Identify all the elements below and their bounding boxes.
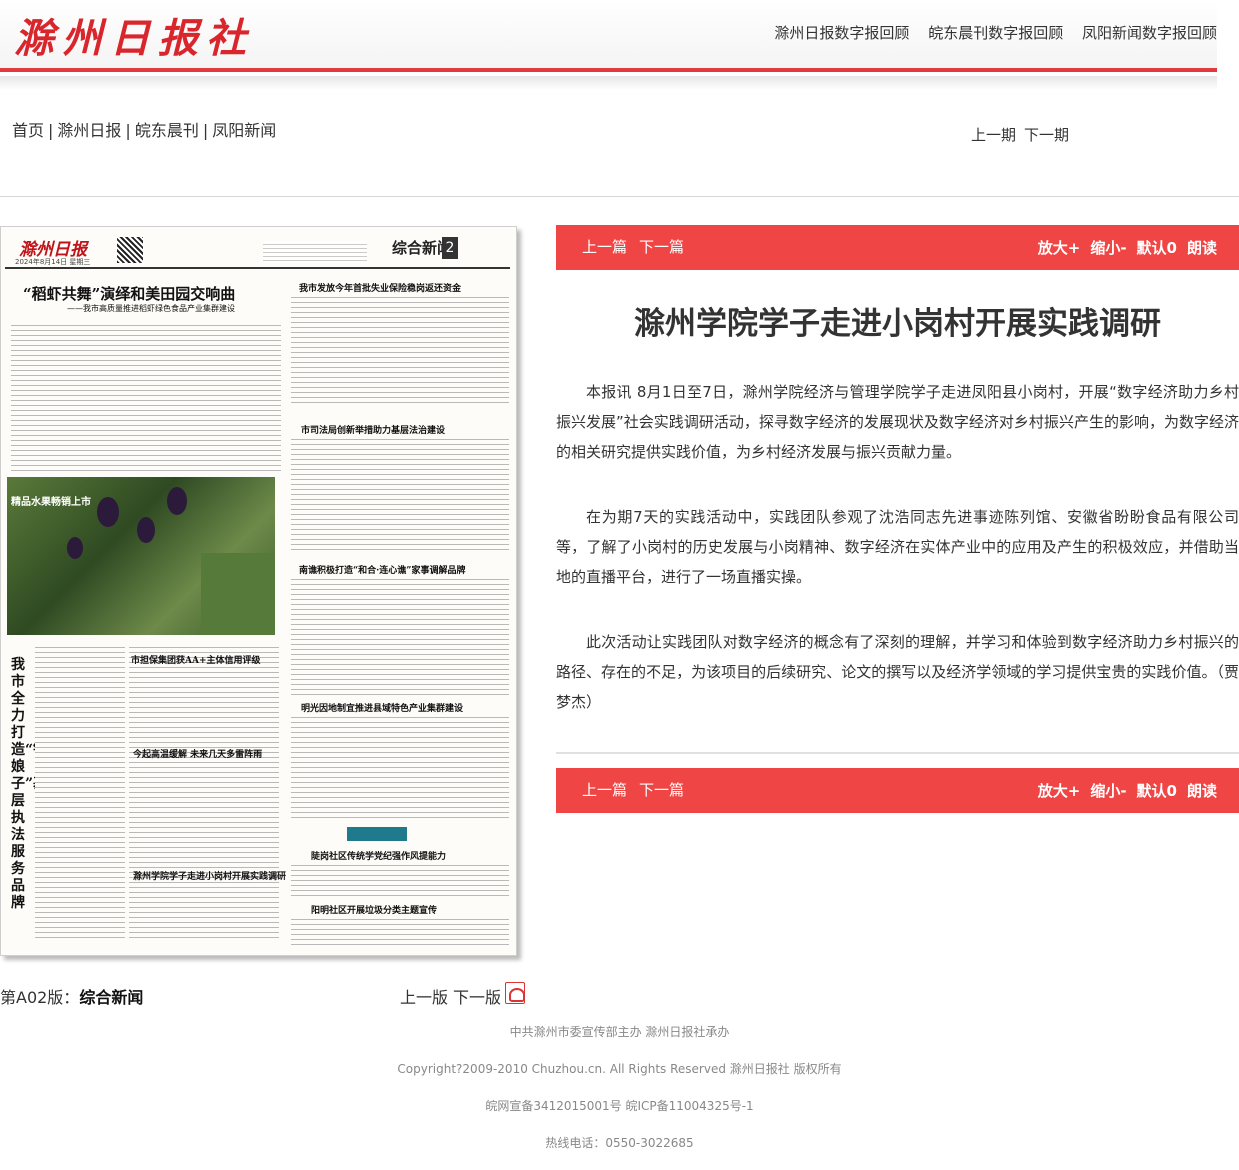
pdf-download-icon[interactable]	[505, 982, 525, 1004]
breadcrumb: 首页 | 滁州日报 | 皖东晨刊 | 凤阳新闻	[12, 121, 277, 140]
paper-article-headline[interactable]: 滁州学院学子走进小岗村开展实践调研	[133, 869, 286, 882]
issue-nav: 上一期 下一期	[971, 124, 1077, 145]
paper-text-block	[291, 295, 509, 405]
newspaper-page-image[interactable]: 滁州日报 2024年8月14日 星期三 综合新闻 2 “稻虾共舞”演绎和美田园交…	[0, 226, 517, 956]
newspaper-page-view[interactable]: 滁州日报 2024年8月14日 星期三 综合新闻 2 “稻虾共舞”演绎和美田园交…	[0, 226, 521, 960]
paper-photo-small	[201, 553, 275, 635]
article-toolbar-bottom: 上一篇 下一篇 放大+ 缩小- 默认0 朗读	[556, 768, 1239, 813]
paper-article-headline[interactable]: 南谯积极打造“和合·连心谯”家事调解品牌	[299, 563, 466, 576]
paper-index-block	[263, 241, 367, 263]
breadcrumb-chuzhou-daily[interactable]: 滁州日报	[57, 121, 121, 140]
read-aloud-button[interactable]: 朗读	[1187, 239, 1217, 257]
page-label-prefix: 第A02版：	[0, 988, 80, 1007]
page-nav: 上一版 下一版	[400, 984, 506, 1008]
paper-date: 2024年8月14日 星期三	[15, 258, 91, 266]
paper-article-headline[interactable]: 陡岗社区传统学党纪强作风提能力	[311, 849, 446, 862]
site-header: 滁州日报社 滁州日报数字报回顾 皖东晨刊数字报回顾 凤阳新闻数字报回顾	[0, 0, 1217, 72]
footer-copyright: Copyright?2009-2010 Chuzhou.cn. All Righ…	[397, 1062, 842, 1076]
next-issue-link[interactable]: 下一期	[1024, 126, 1069, 144]
site-footer: 中共滁州市委宣传部主办 滁州日报社承办 Copyright?2009-2010 …	[0, 1024, 1239, 1170]
paper-column-stamp	[347, 827, 407, 841]
archive-links: 滁州日报数字报回顾 皖东晨刊数字报回顾 凤阳新闻数字报回顾	[760, 22, 1217, 43]
page-label-name: 综合新闻	[79, 988, 144, 1007]
header-shadow	[0, 76, 1217, 90]
prev-page-link[interactable]: 上一版	[400, 988, 448, 1007]
default-size-button[interactable]: 默认0	[1137, 239, 1177, 257]
zoom-in-button[interactable]: 放大+	[1038, 782, 1081, 800]
paper-article-headline[interactable]: 市担保集团获AA+主体信用评级	[131, 653, 261, 666]
article-title: 滁州学院学子走进小岗村开展实践调研	[634, 306, 1161, 342]
paper-text-block	[291, 577, 509, 695]
paper-text-block	[35, 645, 125, 941]
paper-article-headline[interactable]: 市司法局创新举措助力基层法治建设	[301, 423, 445, 436]
breadcrumb-home[interactable]: 首页	[12, 121, 44, 140]
article-toolbar-top: 上一篇 下一篇 放大+ 缩小- 默认0 朗读	[556, 225, 1239, 270]
prev-article-button[interactable]: 上一篇	[582, 238, 627, 256]
default-size-button[interactable]: 默认0	[1137, 782, 1177, 800]
paper-text-block	[291, 917, 509, 947]
fengyang-news-archive-link[interactable]: 凤阳新闻数字报回顾	[1082, 24, 1217, 42]
paper-article-headline[interactable]: 今起高温缓解 未来几天多雷阵雨	[133, 747, 262, 760]
page-label: 第A02版：综合新闻	[0, 984, 143, 1008]
paper-text-block	[129, 645, 279, 941]
paper-headline[interactable]: “稻虾共舞”演绎和美田园交响曲	[23, 283, 235, 304]
read-aloud-button[interactable]: 朗读	[1187, 782, 1217, 800]
article-body: 本报讯 8月1日至7日，滁州学院经济与管理学院学子走进凤阳县小岗村，开展“数字经…	[556, 377, 1239, 752]
paper-text-block	[11, 323, 281, 473]
next-page-link[interactable]: 下一版	[453, 988, 501, 1007]
site-logo[interactable]: 滁州日报社	[14, 6, 254, 64]
paper-photo-caption: 精品水果畅销上市	[11, 497, 91, 508]
footer-sponsor: 中共滁州市委宣传部主办 滁州日报社承办	[509, 1025, 730, 1039]
zoom-out-button[interactable]: 缩小-	[1090, 239, 1126, 257]
paper-text-block	[291, 715, 509, 821]
paper-text-block	[291, 863, 509, 899]
article-divider	[556, 752, 1239, 754]
paper-subheadline: ——我市高质量推进稻虾绿色食品产业集群建设	[67, 304, 235, 313]
prev-issue-link[interactable]: 上一期	[971, 126, 1016, 144]
footer-hotline: 热线电话：0550-3022685	[545, 1136, 694, 1150]
paper-article-headline[interactable]: 我市发放今年首批失业保险稳岗返还资金	[299, 281, 461, 294]
chuzhou-daily-archive-link[interactable]: 滁州日报数字报回顾	[774, 24, 909, 42]
wandong-morning-archive-link[interactable]: 皖东晨刊数字报回顾	[928, 24, 1063, 42]
paper-article-headline[interactable]: 明光因地制宜推进县域特色产业集群建设	[301, 701, 463, 714]
next-article-button[interactable]: 下一篇	[639, 238, 684, 256]
prev-article-button[interactable]: 上一篇	[582, 781, 627, 799]
nav-divider	[0, 196, 1239, 197]
next-article-button[interactable]: 下一篇	[639, 781, 684, 799]
breadcrumb-fengyang-news[interactable]: 凤阳新闻	[212, 121, 276, 140]
paper-masthead: 滁州日报 2024年8月14日 星期三 综合新闻 2	[5, 233, 510, 269]
article-paragraph: 此次活动让实践团队对数字经济的概念有了深刻的理解，并学习和体验到数字经济助力乡村…	[556, 633, 1239, 711]
paper-vertical-title[interactable]: 我市全力打造“铁娘子”基层执法服务品牌	[11, 657, 47, 912]
footer-license: 皖网宣备3412015001号 皖ICP备11004325号-1	[485, 1099, 754, 1113]
zoom-out-button[interactable]: 缩小-	[1090, 782, 1126, 800]
article-paragraph: 在为期7天的实践活动中，实践团队参观了沈浩同志先进事迹陈列馆、安徽省盼盼食品有限…	[556, 508, 1239, 586]
paper-page-number: 2	[442, 237, 458, 259]
article-paragraph: 本报讯 8月1日至7日，滁州学院经济与管理学院学子走进凤阳县小岗村，开展“数字经…	[556, 383, 1239, 461]
qr-code-icon	[117, 237, 143, 263]
paper-text-block	[291, 437, 509, 552]
breadcrumb-wandong-morning[interactable]: 皖东晨刊	[135, 121, 199, 140]
paper-article-headline[interactable]: 阳明社区开展垃圾分类主题宣传	[311, 903, 437, 916]
zoom-in-button[interactable]: 放大+	[1038, 239, 1081, 257]
